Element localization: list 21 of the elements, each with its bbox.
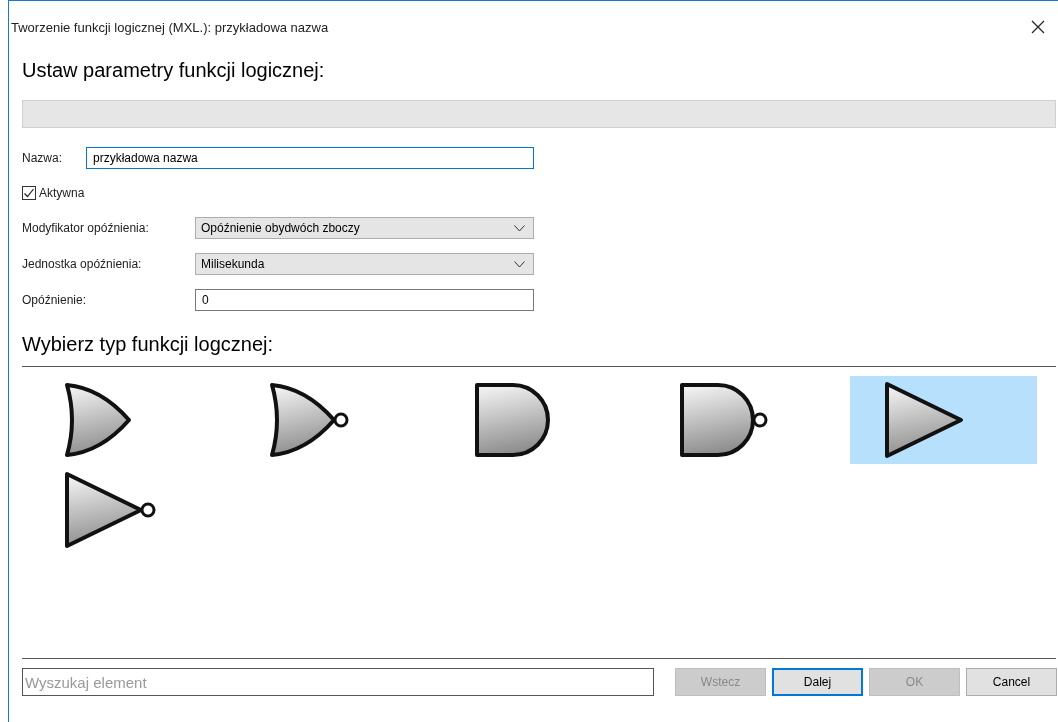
field-label: Nazwa: [22,151,63,165]
section-heading: Ustaw parametry funkcji logicznej: [22,59,326,82]
gate-option[interactable] [850,376,1037,464]
close-icon [1031,20,1045,34]
name-field[interactable]: przykładowa nazwa [86,147,534,169]
active-checkbox[interactable] [22,186,36,200]
checkbox-label: Aktywna [39,186,86,200]
field-label: Modyfikator opóźnienia: [22,221,150,235]
field-label: Jednostka opóźnienia: [22,257,143,271]
check-icon [23,187,35,199]
delay-field[interactable]: 0 [195,289,534,311]
chevron-down-icon [514,224,525,232]
window-title: Tworzenie funkcji logicznej (MXL.): przykładowa nazwa [11,19,329,35]
section-heading: Wybierz typ funkcji logcznej: [22,333,275,356]
dropdown[interactable]: Milisekunda [195,253,534,275]
dialog-button[interactable]: Cancel [966,668,1057,696]
dropdown[interactable]: Opóźnienie obydwóch zboczy [195,217,534,239]
chevron-down-icon [514,260,525,268]
search-field[interactable]: Wyszukaj element [22,668,654,696]
field-label: Opóźnienie: [22,293,88,307]
dialog-button[interactable]: Dalej [772,668,863,696]
